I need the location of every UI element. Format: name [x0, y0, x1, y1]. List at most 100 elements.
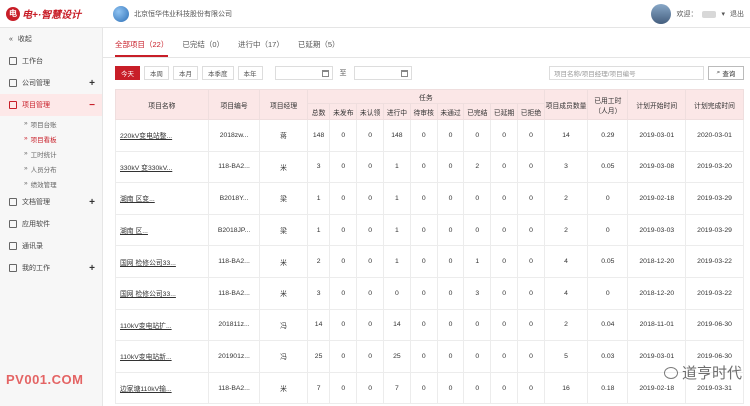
cell-start: 2018-12-20	[627, 245, 687, 278]
cell-total: 25	[306, 340, 331, 373]
avatar[interactable]	[651, 4, 672, 24]
cell-c4: 0	[409, 340, 438, 373]
cell-hours: 0	[587, 182, 629, 215]
project-table: 项目名称 项目编号 项目经理 任务 项目成员数量 已用工时（人月） 计划开始时间…	[115, 89, 744, 405]
start-date-input[interactable]	[274, 66, 333, 80]
cell-c6: 0	[463, 371, 492, 405]
table-row[interactable]: 110kV变电站新... 201901z... 冯 25 0 0 25 0 0 0 0 0 5 0.03 2…	[115, 340, 744, 373]
sidebar-subitem-hours[interactable]: » 工时统计	[0, 146, 102, 161]
calendar-icon	[400, 69, 408, 77]
filter-today-button[interactable]: 今天	[115, 66, 140, 80]
app-logo[interactable]: 电 电+·智慧设计	[0, 0, 103, 28]
table-row[interactable]: 110kV变电站扩... 201811z... 冯 14 0 0 14 0 0 0 0 0 2 0.04 2…	[115, 308, 744, 342]
user-menu[interactable]: 欢迎： ▾ 退出	[651, 4, 744, 24]
tab-completed[interactable]: 已完结（0）	[182, 39, 224, 57]
expand-icon[interactable]: +	[89, 78, 95, 89]
globe-icon	[113, 5, 129, 22]
sidebar-collapse-label: 收起	[17, 36, 32, 43]
cell-name[interactable]: 湖南 区...	[115, 213, 209, 247]
cell-name[interactable]: 110kV变电站新...	[115, 340, 209, 373]
cell-c1: 0	[329, 150, 358, 184]
cell-members: 5	[543, 340, 589, 373]
table-row[interactable]: 湖南 区... B2018JP... 梁 1 0 0 1 0 0 0 0 0 2 0 2019-03-03 2…	[115, 213, 744, 247]
cell-start: 2019-03-01	[627, 119, 687, 152]
home-icon	[9, 57, 17, 65]
sidebar-item-company[interactable]: 公司管理 +	[0, 72, 102, 94]
cell-start: 2018-11-01	[627, 308, 687, 342]
filter-week-button[interactable]: 本周	[144, 66, 169, 80]
sidebar-item-documents[interactable]: 文档管理 +	[0, 191, 102, 213]
cell-name[interactable]: 110kV变电站扩...	[115, 308, 209, 342]
top-bar: 电 电+·智慧设计 北京恒华伟业科技股份有限公司 欢迎： ▾ 退出	[0, 0, 750, 28]
search-icon: ⌕	[716, 69, 721, 76]
cell-c5: 0	[436, 371, 465, 405]
tab-in-progress[interactable]: 进行中（17）	[238, 39, 284, 57]
sidebar-subitem-staff[interactable]: » 人员分布	[0, 161, 102, 176]
cell-c2: 0	[356, 213, 385, 247]
expand-icon[interactable]: +	[89, 197, 95, 208]
main-content: 全部项目（22） 已完结（0） 进行中（17） 已延期（5） 今天 本周 本月 …	[103, 28, 750, 406]
cell-c5: 0	[436, 340, 465, 373]
cell-name[interactable]: 边家塘110kV输...	[115, 371, 209, 405]
cell-c7: 0	[490, 213, 518, 247]
filter-quarter-button[interactable]: 本季度	[202, 66, 234, 80]
tab-all[interactable]: 全部项目（22）	[115, 39, 169, 57]
cell-c3: 148	[383, 119, 411, 152]
table-row[interactable]: 国网 检修公司33... 118-BA2... 米 3 0 0 0 0 0 3 0 0 4 0 2018-1…	[115, 276, 744, 310]
cell-c5: 0	[436, 182, 465, 215]
sidebar-subitem-label: 绩效管理	[30, 181, 57, 189]
cell-c6: 1	[463, 245, 492, 278]
cell-code: 118-BA2...	[207, 150, 261, 184]
cell-c7: 0	[490, 150, 518, 184]
filter-year-button[interactable]: 本年	[237, 66, 263, 80]
table-row[interactable]: 国网 检修公司33... 118-BA2... 米 2 0 0 1 0 0 1 0 0 4 0.05 201…	[115, 245, 744, 278]
filter-month-button[interactable]: 本月	[173, 66, 198, 80]
company-name: 北京恒华伟业科技股份有限公司	[134, 10, 232, 18]
cell-manager: 梁	[259, 213, 308, 247]
cell-start: 2018-12-20	[627, 276, 687, 310]
sidebar-collapse[interactable]: « 收起	[0, 28, 102, 50]
expand-icon[interactable]: +	[89, 263, 95, 274]
sidebar-item-my-work[interactable]: 我的工作 +	[0, 257, 102, 279]
collapse-icon[interactable]: −	[89, 100, 95, 111]
col-header-in-progress: 进行中	[383, 103, 411, 120]
cell-name[interactable]: 330kV 变330kV...	[115, 150, 209, 184]
cell-name[interactable]: 国网 检修公司33...	[115, 245, 209, 278]
cell-c6: 3	[463, 276, 492, 310]
col-header-members: 项目成员数量	[543, 89, 589, 120]
calendar-icon	[321, 69, 329, 77]
sidebar-item-workbench[interactable]: 工作台	[0, 50, 102, 72]
table-row[interactable]: 边家塘110kV输... 118-BA2... 米 7 0 0 7 0 0 0 0 0 16 0.18 20…	[115, 371, 744, 405]
col-header-rejected: 已拒绝	[517, 103, 545, 120]
tab-delayed[interactable]: 已延期（5）	[298, 39, 340, 57]
cell-c3: 1	[383, 213, 411, 247]
table-row[interactable]: 220kV变电站整... 2018zw... 蒋 148 0 0 148 0 0 0 0 0 14 0.2…	[115, 119, 744, 152]
sidebar-item-apps[interactable]: 应用软件	[0, 213, 102, 235]
company-info: 北京恒华伟业科技股份有限公司	[113, 5, 232, 22]
col-header-delayed: 已延期	[490, 103, 518, 120]
cell-end: 2019-03-22	[685, 245, 744, 278]
bullet-icon: »	[24, 150, 28, 157]
search-input[interactable]: 项目名称/项目经理/项目编号	[549, 66, 704, 80]
cell-name[interactable]: 国网 检修公司33...	[115, 276, 209, 310]
sidebar-subitem-ledger[interactable]: » 项目台账	[0, 116, 102, 131]
cell-code: 201901z...	[207, 340, 261, 373]
cell-name[interactable]: 220kV变电站整...	[115, 119, 209, 152]
sidebar-item-contacts[interactable]: 通讯录	[0, 235, 102, 257]
watermark-right: 道亨时代	[663, 362, 742, 383]
logout-link[interactable]: 退出	[730, 9, 744, 19]
sidebar-subitem-board[interactable]: » 项目看板	[0, 131, 102, 146]
cell-c4: 0	[409, 119, 438, 152]
watermark-right-text: 道亨时代	[681, 365, 742, 382]
sidebar: « 收起 工作台 公司管理 + 项目管理 − » 项目台账 » 项目看板 » 工时统计…	[0, 28, 103, 406]
sidebar-item-projects[interactable]: 项目管理 −	[0, 94, 102, 116]
sidebar-subitem-performance[interactable]: » 绩效管理	[0, 176, 102, 191]
cell-c1: 0	[329, 213, 358, 247]
cell-name[interactable]: 湖南 区变...	[115, 182, 209, 215]
end-date-input[interactable]	[353, 66, 412, 80]
chevron-down-icon[interactable]: ▾	[721, 10, 725, 18]
table-row[interactable]: 湖南 区变... B2018Y... 梁 1 0 0 1 0 0 0 0 0 2 0 2019-02-18 2…	[115, 182, 744, 215]
logo-text: 电+·智慧设计	[22, 10, 82, 21]
table-row[interactable]: 330kV 变330kV... 118-BA2... 米 3 0 0 1 0 0 2 0 0 3 0.05…	[115, 150, 744, 184]
search-button[interactable]: ⌕ 查询	[708, 66, 744, 80]
